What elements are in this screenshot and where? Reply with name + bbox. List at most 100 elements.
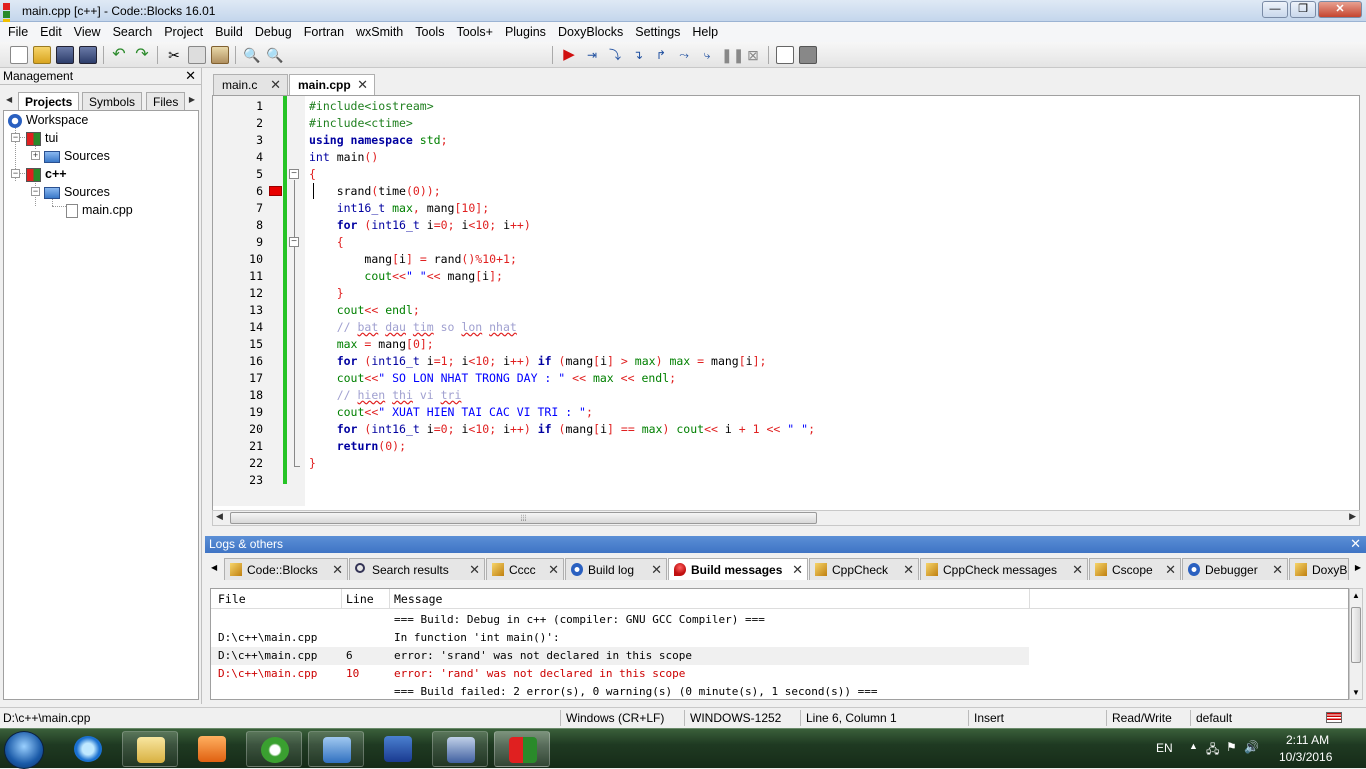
- log-tab-scroll-left-icon[interactable]: ◀: [211, 563, 217, 572]
- taskbar-explorer[interactable]: [122, 731, 178, 767]
- taskbar-media[interactable]: [184, 731, 240, 767]
- menu-fortran[interactable]: Fortran: [298, 25, 350, 39]
- action-center-icon[interactable]: ⚑: [1226, 740, 1237, 754]
- close-tab-icon[interactable]: ✕: [792, 562, 803, 578]
- tab-scroll-right-icon[interactable]: ▶: [189, 95, 195, 104]
- undo-icon[interactable]: ↶: [110, 46, 128, 64]
- close-tab-icon[interactable]: ✕: [332, 562, 343, 578]
- close-tab-icon[interactable]: ✕: [903, 562, 914, 578]
- close-tab-icon[interactable]: ✕: [357, 77, 368, 93]
- horizontal-scrollbar[interactable]: ◀ ⦙⦙⦙ ▶: [212, 510, 1360, 526]
- column-header-line[interactable]: Line: [346, 592, 374, 606]
- column-header-message[interactable]: Message: [394, 592, 442, 606]
- close-tab-icon[interactable]: ✕: [1165, 562, 1176, 578]
- tab-files[interactable]: Files: [146, 92, 186, 110]
- redo-icon[interactable]: ↷: [133, 46, 151, 64]
- menu-tools-plus[interactable]: Tools+: [450, 25, 498, 39]
- various-info-icon[interactable]: [799, 46, 817, 64]
- open-folder-icon[interactable]: [33, 46, 51, 64]
- log-tab-doxyblocks[interactable]: DoxyB: [1289, 558, 1349, 580]
- scroll-right-icon[interactable]: ▶: [1349, 511, 1356, 522]
- tree-toggle-tui[interactable]: −: [11, 133, 20, 142]
- step-into-icon[interactable]: ↴: [629, 46, 647, 64]
- step-out-icon[interactable]: ↱: [652, 46, 670, 64]
- scroll-up-icon[interactable]: ▲: [1352, 591, 1360, 600]
- menu-debug[interactable]: Debug: [249, 25, 298, 39]
- taskbar-coccoc[interactable]: [246, 731, 302, 767]
- maximize-button[interactable]: ❐: [1290, 1, 1316, 18]
- menu-view[interactable]: View: [68, 25, 107, 39]
- log-tab-cppcheck-messages[interactable]: CppCheck messages ✕: [920, 558, 1088, 580]
- debug-run-icon[interactable]: ▶: [560, 46, 578, 64]
- taskbar-powershell[interactable]: [370, 731, 426, 767]
- vertical-scroll-thumb[interactable]: [1351, 607, 1361, 663]
- tree-file-main-cpp[interactable]: main.cpp: [66, 202, 133, 219]
- vertical-scrollbar[interactable]: ▲ ▼: [1349, 588, 1363, 700]
- close-logs-icon[interactable]: ✕: [1350, 536, 1361, 552]
- taskbar-control-panel[interactable]: [308, 731, 364, 767]
- menu-help[interactable]: Help: [686, 25, 724, 39]
- run-to-cursor-icon[interactable]: ⇥: [583, 46, 601, 64]
- log-tab-scroll-right-icon[interactable]: ▶: [1355, 563, 1361, 572]
- log-tab-codeblocks[interactable]: Code::Blocks ✕: [224, 558, 348, 580]
- copy-icon[interactable]: [188, 46, 206, 64]
- replace-icon[interactable]: 🔍: [266, 46, 284, 64]
- menu-wxsmith[interactable]: wxSmith: [350, 25, 409, 39]
- taskbar-codeblocks[interactable]: [494, 731, 550, 767]
- taskbar-remote[interactable]: [432, 731, 488, 767]
- next-instruction-icon[interactable]: ⤳: [675, 46, 693, 64]
- tree-toggle-cpp[interactable]: −: [11, 169, 20, 178]
- step-instruction-icon[interactable]: ⤷: [698, 46, 716, 64]
- scroll-left-icon[interactable]: ◀: [216, 511, 223, 522]
- close-window-button[interactable]: ✕: [1318, 1, 1362, 18]
- message-row[interactable]: D:\c++\main.cpp In function 'int main()':: [211, 629, 1029, 647]
- cut-icon[interactable]: ✂: [165, 46, 183, 64]
- log-tab-cscope[interactable]: Cscope ✕: [1089, 558, 1181, 580]
- tree-toggle-cpp-sources[interactable]: −: [31, 187, 40, 196]
- find-icon[interactable]: 🔍: [243, 46, 261, 64]
- show-hidden-icons-icon[interactable]: ▲: [1189, 741, 1198, 751]
- tab-symbols[interactable]: Symbols: [82, 92, 143, 110]
- volume-icon[interactable]: 🔊: [1244, 740, 1259, 754]
- tab-projects[interactable]: Projects: [18, 92, 80, 111]
- next-line-icon[interactable]: ⤵: [606, 46, 624, 64]
- save-icon[interactable]: [56, 46, 74, 64]
- menu-doxyblocks[interactable]: DoxyBlocks: [552, 25, 629, 39]
- language-indicator[interactable]: EN: [1156, 741, 1173, 755]
- new-file-icon[interactable]: [10, 46, 28, 64]
- log-tab-cppcheck[interactable]: CppCheck ✕: [809, 558, 919, 580]
- tree-workspace[interactable]: Workspace: [8, 112, 88, 129]
- debug-windows-icon[interactable]: [776, 46, 794, 64]
- fold-toggle-icon[interactable]: −: [289, 237, 299, 247]
- tree-project-tui[interactable]: tui: [26, 130, 58, 147]
- paste-icon[interactable]: [211, 46, 229, 64]
- menu-project[interactable]: Project: [158, 25, 209, 39]
- code-editor[interactable]: − − 1 2 3 4 5 6 7 8 9 10 11 12 13 14 15 16 17 18 19 20 21 22 2…: [212, 95, 1360, 515]
- message-row[interactable]: === Build: Debug in c++ (compiler: GNU G…: [211, 611, 1029, 629]
- close-management-icon[interactable]: ✕: [185, 68, 196, 84]
- tree-project-cpp[interactable]: c++: [26, 166, 67, 183]
- message-row[interactable]: === Build failed: 2 error(s), 0 warning(…: [211, 683, 1029, 699]
- pause-icon[interactable]: ❚❚: [721, 46, 744, 64]
- tab-scroll-left-icon[interactable]: ◀: [6, 95, 12, 104]
- log-tab-debugger[interactable]: Debugger ✕: [1182, 558, 1288, 580]
- message-row[interactable]: D:\c++\main.cpp 10 error: 'rand' was not d…: [211, 665, 1029, 683]
- menu-plugins[interactable]: Plugins: [499, 25, 552, 39]
- column-header-file[interactable]: File: [218, 592, 246, 606]
- clock-date[interactable]: 10/3/2016: [1279, 750, 1332, 764]
- log-tab-build-log[interactable]: Build log ✕: [565, 558, 667, 580]
- taskbar-ie[interactable]: [60, 731, 116, 767]
- menu-search[interactable]: Search: [107, 25, 159, 39]
- start-button[interactable]: [4, 731, 44, 769]
- menu-tools[interactable]: Tools: [409, 25, 450, 39]
- fold-toggle-icon[interactable]: −: [289, 169, 299, 179]
- log-tab-cccc[interactable]: Cccc ✕: [486, 558, 564, 580]
- scroll-down-icon[interactable]: ▼: [1352, 688, 1360, 697]
- clock-time[interactable]: 2:11 AM: [1286, 733, 1329, 747]
- menu-file[interactable]: File: [2, 25, 34, 39]
- save-all-icon[interactable]: [79, 46, 97, 64]
- close-tab-icon[interactable]: ✕: [1272, 562, 1283, 578]
- log-tab-search-results[interactable]: Search results ✕: [349, 558, 485, 580]
- stop-debugger-icon[interactable]: ⊠: [744, 46, 762, 64]
- close-tab-icon[interactable]: ✕: [469, 562, 480, 578]
